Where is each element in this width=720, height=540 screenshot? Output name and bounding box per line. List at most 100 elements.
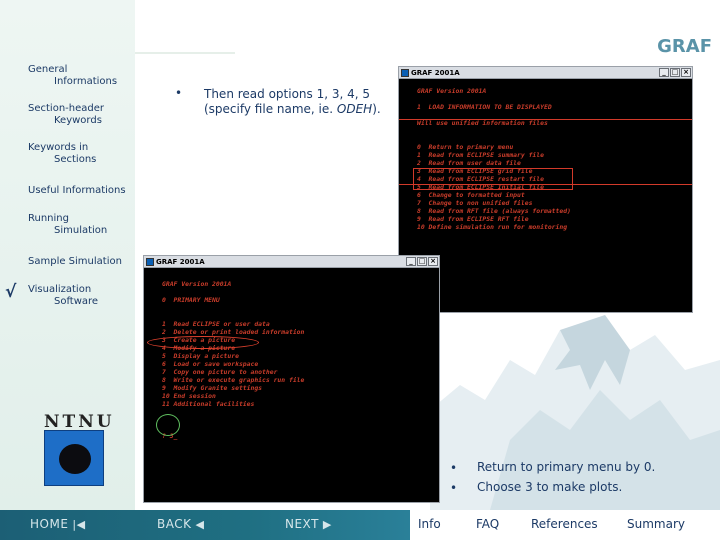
maximize-button[interactable]: □ xyxy=(417,257,427,266)
terminal-line: GRAF Version 2001A xyxy=(162,280,232,288)
ntnu-logo-icon xyxy=(44,430,104,486)
terminal-line: 9 Read from ECLIPSE RFT file xyxy=(417,215,529,223)
close-button[interactable]: × xyxy=(681,68,691,77)
terminal-line: 8 Write or execute graphics run file xyxy=(162,376,305,384)
maximize-button[interactable]: □ xyxy=(670,68,680,77)
header-divider xyxy=(135,52,235,54)
terminal-line: ? 3_ xyxy=(162,432,178,440)
instruction-read-options: Then read options 1, 3, 4, 5 (specify fi… xyxy=(204,87,381,117)
bullet-marker: • xyxy=(450,461,458,475)
sidebar-item-label: Useful Informations xyxy=(28,185,126,196)
mountain-background-image xyxy=(430,315,720,510)
sidebar-item-label: Section-header xyxy=(28,103,104,114)
sidebar-item-running-simulation[interactable]: Running Simulation xyxy=(28,213,107,237)
app-icon xyxy=(401,69,409,77)
terminal-line: GRAF Version 2001A xyxy=(417,87,487,95)
window-title-bar[interactable]: GRAF 2001A _ □ × xyxy=(144,256,439,268)
terminal-line: 5 Display a picture xyxy=(162,352,239,360)
sidebar-item-label: Sample Simulation xyxy=(28,256,122,267)
sidebar-item-section-header-keywords[interactable]: Section-header Keywords xyxy=(28,103,104,127)
sidebar-item-label: Software xyxy=(54,296,99,307)
terminal-line: 7 Change to non unified files xyxy=(417,199,533,207)
terminal-line: 8 Read from RFT file (always formatted) xyxy=(417,207,571,215)
back-label: BACK xyxy=(157,517,192,531)
instruction-choose-plots: Choose 3 to make plots. xyxy=(477,480,623,494)
terminal-line: Will use unified information files xyxy=(417,119,548,127)
instruction-line: Then read options 1, 3, 4, 5 xyxy=(204,87,371,101)
terminal-line: 10 Define simulation run for monitoring xyxy=(417,223,568,231)
window-title: GRAF 2001A xyxy=(411,69,460,77)
sidebar-item-label: Informations xyxy=(54,76,118,87)
home-label: HOME xyxy=(30,517,69,531)
sidebar-item-label: General xyxy=(28,64,68,75)
minimize-button[interactable]: _ xyxy=(406,257,416,266)
back-button[interactable]: BACK ◀ xyxy=(157,517,204,531)
bullet-marker: • xyxy=(175,86,183,100)
terminal-line: 7 Copy one picture to another xyxy=(162,368,278,376)
faq-link[interactable]: FAQ xyxy=(476,517,499,531)
terminal-line: ? _ xyxy=(417,271,571,279)
sidebar-item-visualization-software[interactable]: Visualization Software xyxy=(28,284,98,308)
instruction-return-menu: Return to primary menu by 0. xyxy=(477,460,656,474)
home-button[interactable]: HOME |◀ xyxy=(30,517,86,531)
summary-link[interactable]: Summary xyxy=(627,517,685,531)
terminal-line: 6 Load or save workspace xyxy=(162,360,259,368)
graf-window-load-information[interactable]: GRAF 2001A _ □ × GRAF Version 2001A 1 LO… xyxy=(398,66,693,313)
sidebar-item-label: Visualization xyxy=(28,284,92,295)
sidebar-item-label: Running xyxy=(28,213,69,224)
next-label: NEXT xyxy=(285,517,319,531)
sidebar-item-useful-informations[interactable]: Useful Informations xyxy=(28,185,126,197)
bullet-marker: • xyxy=(450,481,458,495)
window-title-bar[interactable]: GRAF 2001A _ □ × xyxy=(399,67,692,79)
highlight-line xyxy=(399,119,692,120)
sidebar-item-label: Sections xyxy=(54,154,97,165)
terminal-line: 2 Read from user data file xyxy=(417,159,521,167)
current-section-check-mark: √ xyxy=(5,282,17,302)
arrow-right-icon: ▶ xyxy=(322,518,332,531)
close-button[interactable]: × xyxy=(428,257,438,266)
highlight-box-options xyxy=(413,168,573,190)
sidebar-item-sample-simulation[interactable]: Sample Simulation xyxy=(28,256,122,268)
terminal-line: 0 Return to primary menu xyxy=(417,143,514,151)
terminal-line: 1 Read from ECLIPSE summary file xyxy=(417,151,544,159)
terminal-line: 0 PRIMARY MENU xyxy=(162,296,220,304)
terminal-line: 11 Additional facilities xyxy=(162,400,255,408)
sidebar-item-label: Simulation xyxy=(54,225,108,236)
instruction-text: (specify file name, ie. xyxy=(204,102,337,116)
terminal-line: 2 Delete or print loaded information xyxy=(162,328,305,336)
info-link[interactable]: Info xyxy=(418,517,441,531)
terminal-line: 6 Change to formatted input xyxy=(417,191,525,199)
app-icon xyxy=(146,258,154,266)
minimize-button[interactable]: _ xyxy=(659,68,669,77)
highlight-oval-create-picture xyxy=(147,336,259,349)
terminal-output: GRAF Version 2001A 0 PRIMARY MENU 1 Read… xyxy=(162,280,304,440)
terminal-line: 1 Read ECLIPSE or user data xyxy=(162,320,270,328)
terminal-line: 10 End session xyxy=(162,392,216,400)
next-button[interactable]: NEXT ▶ xyxy=(285,517,332,531)
graf-window-primary-menu[interactable]: GRAF 2001A _ □ × GRAF Version 2001A 0 PR… xyxy=(143,255,440,503)
sidebar-item-general-informations[interactable]: General Informations xyxy=(28,64,117,88)
highlight-circle-prompt xyxy=(156,414,180,436)
sidebar-item-label: Keywords xyxy=(54,115,102,126)
logo-circle-shape xyxy=(59,444,91,474)
arrow-left-icon: ◀ xyxy=(195,518,205,531)
file-name-example: ODEH xyxy=(336,102,373,116)
references-link[interactable]: References xyxy=(531,517,598,531)
ntnu-logo-text: NTNU xyxy=(44,412,115,432)
instruction-line: (specify file name, ie. ODEH). xyxy=(204,102,381,117)
window-title: GRAF 2001A xyxy=(156,258,205,266)
sidebar-item-label: Keywords in xyxy=(28,142,89,153)
sidebar-item-keywords-in-sections[interactable]: Keywords in Sections xyxy=(28,142,96,166)
